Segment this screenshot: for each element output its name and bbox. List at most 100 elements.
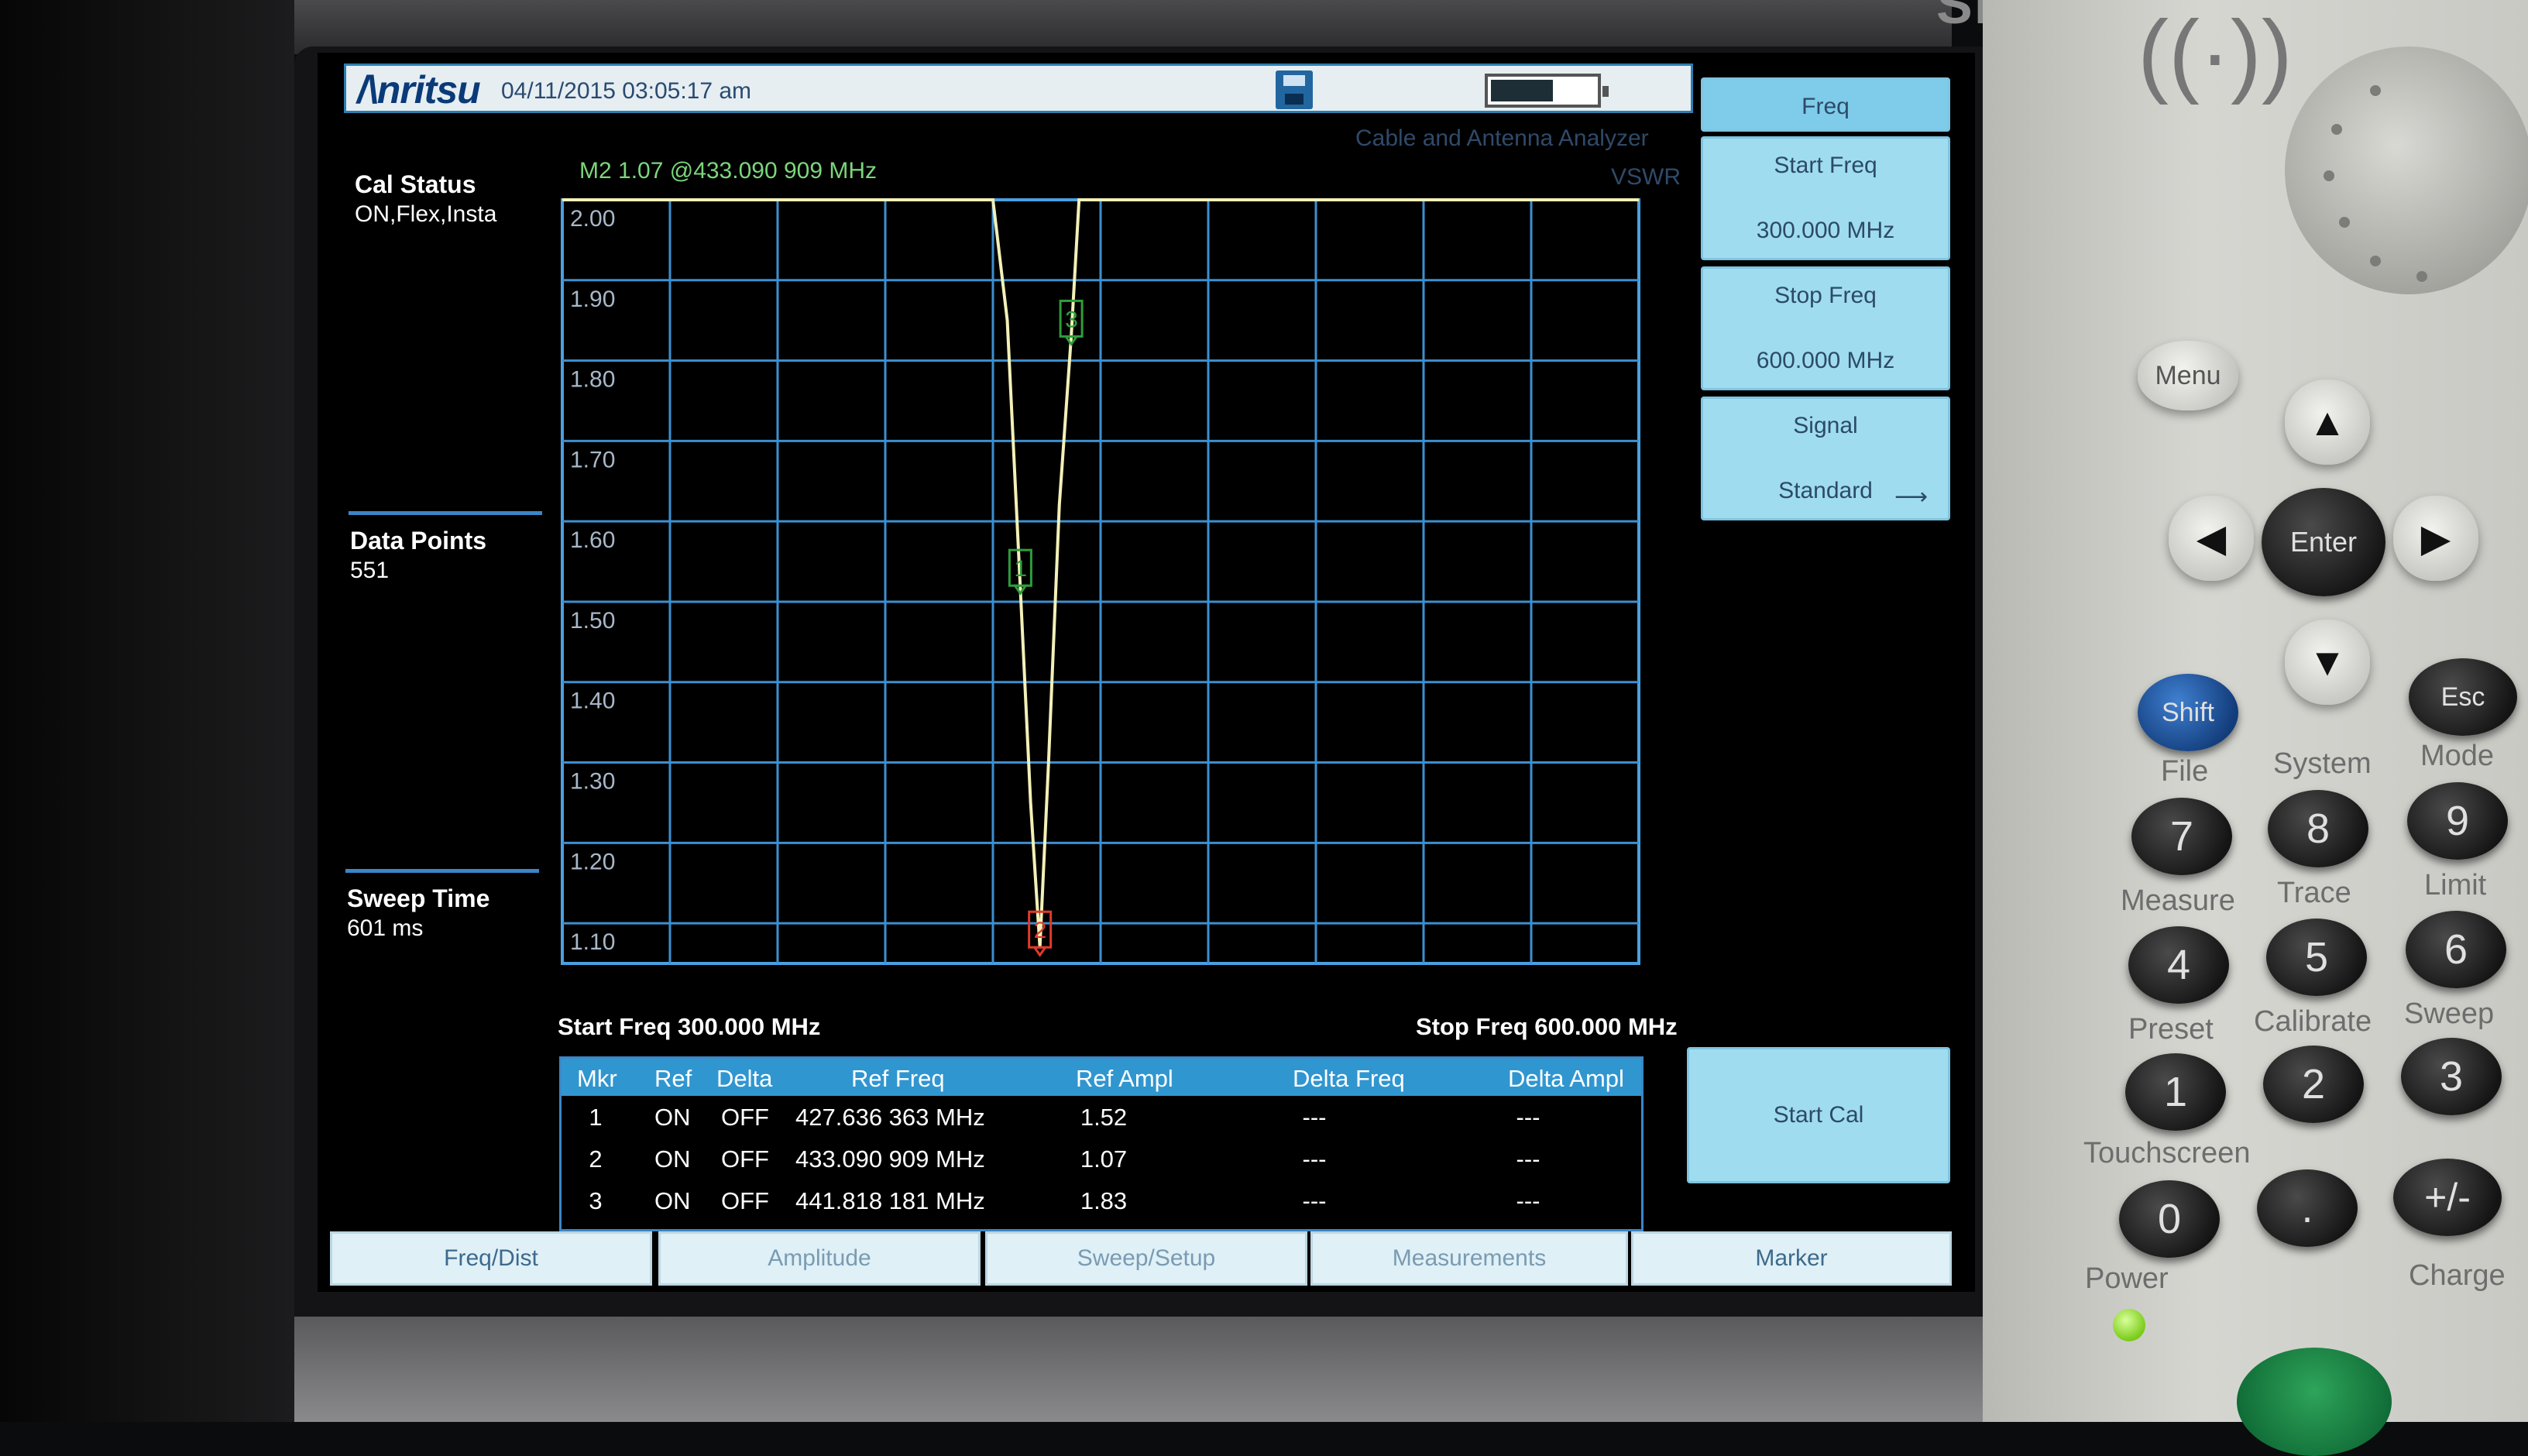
tab-sweep-setup[interactable]: Sweep/Setup <box>985 1231 1307 1286</box>
table-cell: --- <box>1302 1104 1327 1131</box>
table-cell: 3 <box>589 1187 603 1214</box>
datetime: 04/11/2015 03:05:17 am <box>501 78 752 104</box>
softkey-start-freq[interactable]: Start Freq 300.000 MHz <box>1701 136 1950 260</box>
table-cell: 433.090 909 MHz <box>795 1145 985 1173</box>
table-cell: 441.818 181 MHz <box>795 1187 985 1214</box>
y-tick-label: 1.10 <box>570 929 615 955</box>
mode-label: Cable and Antenna Analyzer <box>1355 125 1649 151</box>
sweep-time-value: 601 ms <box>347 915 424 941</box>
table-cell: OFF <box>721 1104 769 1131</box>
table-cell: --- <box>1516 1104 1540 1131</box>
cal-status-value: ON,Flex,Insta <box>355 201 497 227</box>
table-cell: ON <box>654 1187 691 1214</box>
tab-amplitude[interactable]: Amplitude <box>658 1231 981 1286</box>
table-cell: --- <box>1516 1145 1540 1173</box>
menu-key[interactable]: Menu <box>2138 341 2238 410</box>
submenu-arrow-icon: ⟶ <box>1894 484 1928 510</box>
tab-freq-dist[interactable]: Freq/Dist <box>330 1231 652 1286</box>
bottom-menu-bar: Freq/Dist Amplitude Sweep/Setup Measurem… <box>330 1231 1952 1287</box>
key-label-sweep: Sweep <box>2404 998 2495 1030</box>
up-arrow-key[interactable]: ▲ <box>2285 379 2370 465</box>
marker-label: 3 <box>1065 307 1078 332</box>
key-6[interactable]: 6 <box>2406 911 2506 988</box>
key-0[interactable]: 0 <box>2119 1180 2220 1258</box>
table-cell: OFF <box>721 1145 769 1173</box>
enter-key[interactable]: Enter <box>2262 488 2385 596</box>
table-cell: 1 <box>589 1104 603 1131</box>
table-cell: ON <box>654 1145 691 1173</box>
key-label-preset: Preset <box>2128 1013 2214 1046</box>
marker-table-header: Mkr Ref Delta Ref Freq Ref Ampl Delta Fr… <box>562 1059 1641 1096</box>
esc-key[interactable]: Esc <box>2409 658 2517 736</box>
marker-point <box>1032 946 1048 957</box>
anritsu-logo: /\nritsu <box>357 68 481 112</box>
key-8[interactable]: 8 <box>2268 790 2368 867</box>
start-freq-key-label: Start Freq <box>1774 153 1877 178</box>
measurement-label: VSWR <box>1611 164 1681 190</box>
key-4[interactable]: 4 <box>2128 926 2229 1004</box>
y-tick-label: 2.00 <box>570 206 615 232</box>
shift-key[interactable]: Shift <box>2138 674 2238 751</box>
col-delta-freq: Delta Freq <box>1293 1065 1405 1092</box>
left-arrow-key[interactable]: ◀ <box>2169 496 2254 581</box>
start-cal-key-label: Start Cal <box>1773 1102 1864 1128</box>
rotary-knob[interactable] <box>2285 46 2528 294</box>
stop-freq-key-label: Stop Freq <box>1774 283 1877 308</box>
key-7[interactable]: 7 <box>2131 798 2232 875</box>
col-delta-ampl: Delta Ampl <box>1508 1065 1624 1092</box>
side-divider <box>345 869 539 873</box>
table-cell: 1.83 <box>1080 1187 1128 1214</box>
power-button[interactable] <box>2237 1348 2392 1456</box>
col-ref-freq: Ref Freq <box>851 1065 945 1092</box>
data-points-value: 551 <box>350 558 390 583</box>
y-tick-label: 1.60 <box>570 527 615 553</box>
key-1[interactable]: 1 <box>2125 1053 2226 1131</box>
table-cell: 2 <box>589 1145 603 1173</box>
power-led-icon <box>2113 1309 2145 1341</box>
col-ref-ampl: Ref Ampl <box>1076 1065 1173 1092</box>
down-arrow-key[interactable]: ▼ <box>2285 620 2370 705</box>
key-5[interactable]: 5 <box>2266 919 2367 996</box>
stop-freq-label: Stop Freq 600.000 MHz <box>1416 1013 1678 1040</box>
key-3[interactable]: 3 <box>2401 1038 2502 1115</box>
col-mkr: Mkr <box>577 1065 617 1092</box>
key-decimal[interactable]: . <box>2257 1169 2358 1247</box>
save-icon[interactable] <box>1276 70 1313 109</box>
table-cell: --- <box>1516 1187 1540 1214</box>
tab-measurements[interactable]: Measurements <box>1310 1231 1628 1286</box>
battery-icon <box>1485 74 1609 108</box>
key-2[interactable]: 2 <box>2263 1046 2364 1123</box>
key-label-calibrate: Calibrate <box>2254 1005 2372 1038</box>
start-freq-label: Start Freq 300.000 MHz <box>558 1013 821 1040</box>
y-tick-label: 1.30 <box>570 769 615 795</box>
signal-key-label: Signal <box>1793 413 1858 438</box>
y-tick-label: 1.40 <box>570 689 615 714</box>
marker-label: 1 <box>1014 556 1027 582</box>
table-cell: 1.07 <box>1080 1145 1128 1173</box>
instrument-screen: /\nritsu 04/11/2015 03:05:17 am Cable an… <box>318 53 1975 1292</box>
key-label-touchscreen: Touchscreen <box>2083 1137 2251 1169</box>
y-tick-label: 1.70 <box>570 447 615 472</box>
softkey-stop-freq[interactable]: Stop Freq 600.000 MHz <box>1701 266 1950 390</box>
vswr-chart[interactable]: 2.00 1.90 1.80 1.70 1.60 1.50 1.40 1.30 1.20 1.10… <box>559 197 1642 1052</box>
table-cell: ON <box>654 1104 691 1131</box>
key-label-trace: Trace <box>2277 877 2351 909</box>
side-divider <box>349 511 542 515</box>
marker-table: Mkr Ref Delta Ref Freq Ref Ampl Delta Fr… <box>559 1056 1644 1231</box>
tab-marker[interactable]: Marker <box>1631 1231 1952 1286</box>
key-plus-minus[interactable]: +/- <box>2393 1159 2502 1236</box>
key-9[interactable]: 9 <box>2407 782 2508 860</box>
marker-readout: M2 1.07 @433.090 909 MHz <box>579 158 878 184</box>
speaker-icon: ((·)) <box>2138 2 2293 105</box>
key-label-power: Power <box>2085 1262 2169 1295</box>
key-label-charge: Charge <box>2409 1259 2506 1292</box>
data-points-title: Data Points <box>350 527 487 555</box>
right-arrow-key[interactable]: ▶ <box>2393 496 2478 581</box>
sweep-time-title: Sweep Time <box>347 884 490 912</box>
softkey-signal-standard[interactable]: Signal Standard ⟶ <box>1701 397 1950 520</box>
table-cell: 1.52 <box>1080 1104 1128 1131</box>
softkey-start-cal[interactable]: Start Cal <box>1687 1047 1950 1183</box>
table-cell: --- <box>1302 1187 1327 1214</box>
y-tick-label: 1.20 <box>570 849 615 874</box>
table-cell: --- <box>1302 1145 1327 1173</box>
